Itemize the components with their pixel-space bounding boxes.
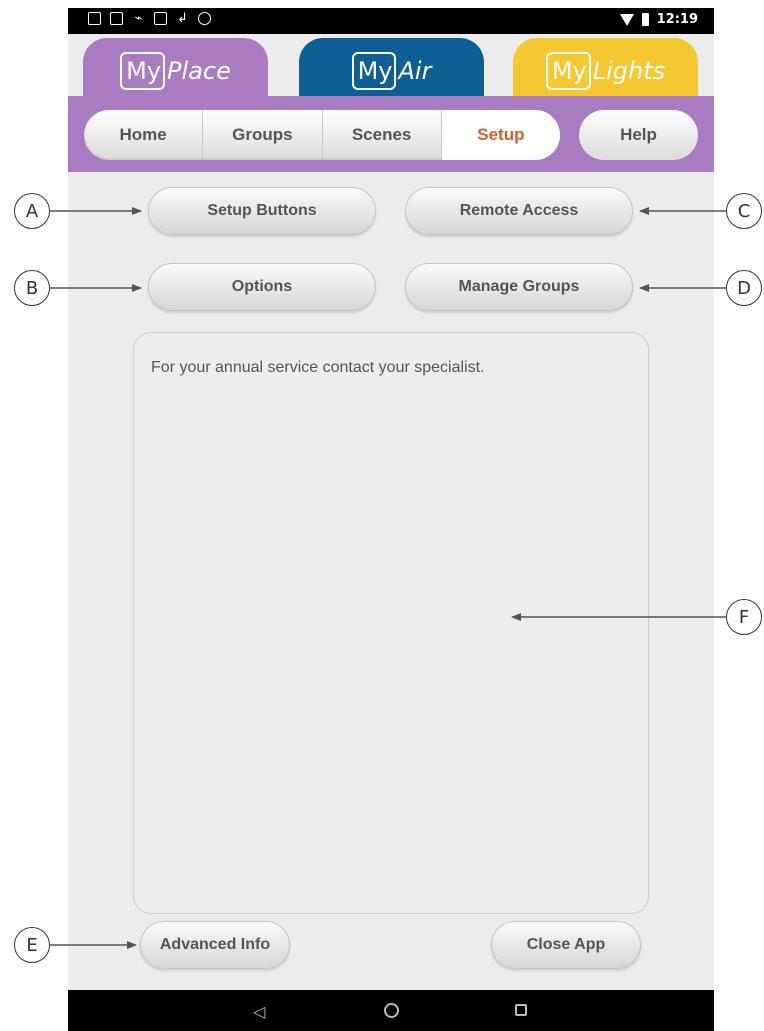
wifi-icon (619, 13, 634, 26)
close-app-button[interactable]: Close App (491, 921, 641, 969)
info-icon (198, 12, 211, 25)
nav-bar: Home Groups Scenes Setup Help (68, 96, 714, 172)
system-nav-bar: ◁ (68, 990, 714, 1031)
recents-icon[interactable] (515, 1004, 527, 1016)
myair-logo-suffix: Air (398, 57, 432, 85)
tab-groups[interactable]: Groups (203, 110, 323, 160)
tab-mylights[interactable]: My Lights (513, 38, 698, 104)
back-icon[interactable]: ◁ (253, 1002, 265, 1021)
callout-f: F (726, 599, 762, 635)
battery-icon (641, 13, 649, 26)
myplace-notification-icon (88, 12, 101, 25)
callout-a: A (14, 193, 50, 229)
myair-logo-my: My (351, 52, 397, 90)
usb-icon: ⌁ (134, 11, 143, 26)
tab-home[interactable]: Home (84, 110, 204, 160)
status-icons-left: ⌁ ↲ (88, 12, 211, 25)
service-info-text: For your annual service contact your spe… (151, 359, 485, 376)
callout-c: C (726, 193, 762, 229)
home-icon[interactable] (384, 1003, 399, 1018)
status-time: 12:19 (656, 12, 698, 27)
callout-e: E (14, 927, 50, 963)
mylights-logo-suffix: Lights (592, 57, 666, 85)
myplace-logo-suffix: Place (167, 57, 231, 85)
tab-setup[interactable]: Setup (441, 110, 560, 160)
tab-myplace[interactable]: My Place (83, 38, 268, 104)
remote-access-button[interactable]: Remote Access (405, 187, 633, 235)
nav-segmented-control: Home Groups Scenes Setup (84, 110, 560, 160)
myplace-notification-icon (110, 12, 123, 25)
options-button[interactable]: Options (148, 263, 376, 311)
info-panel: For your annual service contact your spe… (133, 332, 649, 914)
status-icons-right: 12:19 (619, 12, 698, 27)
data-saver-icon: ↲ (177, 11, 188, 26)
tab-scenes[interactable]: Scenes (323, 110, 442, 160)
device-screen: ⌁ ↲ 12:19 My Place My Air My Lights Home… (68, 8, 714, 1031)
mylights-logo-my: My (545, 52, 591, 90)
callout-b: B (14, 270, 50, 306)
callout-d: D (726, 270, 762, 306)
advanced-info-button[interactable]: Advanced Info (140, 921, 290, 969)
myplace-logo-my: My (120, 52, 166, 90)
help-button[interactable]: Help (579, 110, 698, 160)
setup-buttons-button[interactable]: Setup Buttons (148, 187, 376, 235)
gallery-icon (154, 12, 167, 25)
manage-groups-button[interactable]: Manage Groups (405, 263, 633, 311)
tab-myair[interactable]: My Air (299, 38, 484, 104)
status-bar: ⌁ ↲ 12:19 (68, 8, 714, 34)
